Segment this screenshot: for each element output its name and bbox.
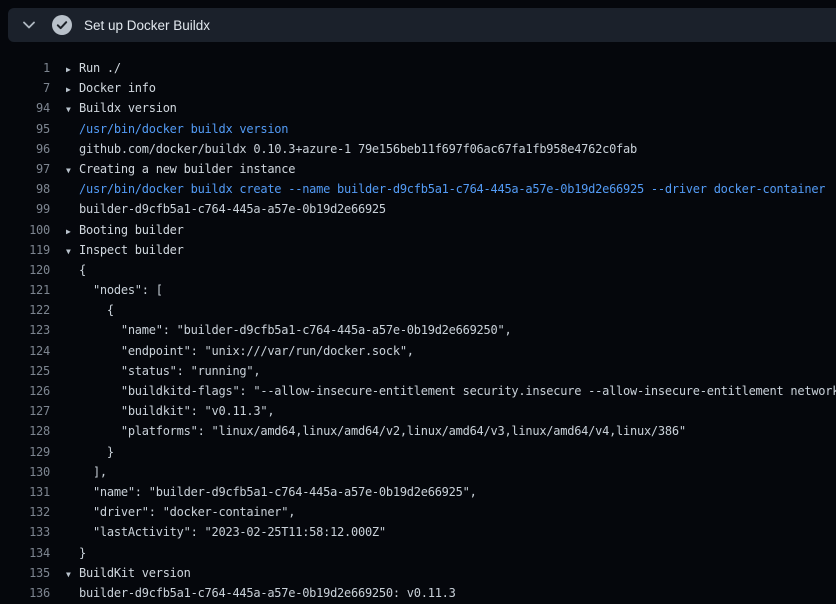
- line-number[interactable]: 123: [0, 320, 50, 340]
- log-group-line[interactable]: 97 ▼Creating a new builder instance: [0, 159, 836, 179]
- log-line: 129 }: [0, 442, 836, 462]
- line-number[interactable]: 7: [0, 78, 50, 98]
- group-title: Run ./: [79, 58, 121, 78]
- log-lines: 1▶Run ./7▶Docker info94▼Buildx version95…: [0, 42, 836, 603]
- log-line: 134}: [0, 543, 836, 563]
- line-number[interactable]: 120: [0, 260, 50, 280]
- log-line: 123 "name": "builder-d9cfb5a1-c764-445a-…: [0, 320, 836, 340]
- log-line: 132 "driver": "docker-container",: [0, 502, 836, 522]
- log-line: 96 github.com/docker/buildx 0.10.3+azure-…: [0, 139, 836, 159]
- check-circle-icon: [52, 15, 72, 35]
- line-number[interactable]: 1: [0, 58, 50, 78]
- output-text: {: [79, 300, 114, 320]
- line-number[interactable]: 136: [0, 583, 50, 603]
- line-number[interactable]: 121: [0, 280, 50, 300]
- triangle-collapsed-icon: ▶: [66, 80, 79, 98]
- triangle-collapsed-icon: ▶: [66, 222, 79, 240]
- output-text: builder-d9cfb5a1-c764-445a-a57e-0b19d2e6…: [79, 199, 386, 219]
- output-text: "status": "running",: [79, 361, 260, 381]
- line-number[interactable]: 132: [0, 502, 50, 522]
- triangle-expanded-icon: ▼: [66, 242, 79, 260]
- output-text: {: [79, 260, 86, 280]
- line-number[interactable]: 98: [0, 179, 50, 199]
- log-line: 124 "endpoint": "unix:///var/run/docker.…: [0, 341, 836, 361]
- log-line: 120 {: [0, 260, 836, 280]
- log-line: 128 "platforms": "linux/amd64,linux/amd6…: [0, 421, 836, 441]
- group-title: Buildx version: [79, 98, 177, 118]
- step-header[interactable]: Set up Docker Buildx: [8, 8, 836, 42]
- step-title: Set up Docker Buildx: [84, 18, 210, 33]
- command-text: /usr/bin/docker buildx version: [79, 119, 288, 139]
- triangle-expanded-icon: ▼: [66, 161, 79, 179]
- line-number[interactable]: 96: [0, 139, 50, 159]
- log-line: 127 "buildkit": "v0.11.3",: [0, 401, 836, 421]
- log-line: 98/usr/bin/docker buildx create --name b…: [0, 179, 836, 199]
- log-line: 126 "buildkitd-flags": "--allow-insecure…: [0, 381, 836, 401]
- output-text: "nodes": [: [79, 280, 163, 300]
- log-group-line[interactable]: 100 ▶Booting builder: [0, 220, 836, 240]
- triangle-expanded-icon: ▼: [66, 100, 79, 118]
- output-text: builder-d9cfb5a1-c764-445a-a57e-0b19d2e6…: [79, 583, 456, 603]
- line-number[interactable]: 97: [0, 159, 50, 179]
- output-text: "buildkit": "v0.11.3",: [79, 401, 274, 421]
- line-number[interactable]: 130: [0, 462, 50, 482]
- log-line: 130 ],: [0, 462, 836, 482]
- log-group-line[interactable]: 135 ▼BuildKit version: [0, 563, 836, 583]
- output-text: "name": "builder-d9cfb5a1-c764-445a-a57e…: [79, 482, 477, 502]
- log-line: 125 "status": "running",: [0, 361, 836, 381]
- line-number[interactable]: 94: [0, 98, 50, 118]
- command-text: /usr/bin/docker buildx create --name bui…: [79, 179, 825, 199]
- output-text: "name": "builder-d9cfb5a1-c764-445a-a57e…: [79, 320, 511, 340]
- log-line: 121 "nodes": [: [0, 280, 836, 300]
- output-text: }: [79, 442, 114, 462]
- log-group-line[interactable]: 119 ▼Inspect builder: [0, 240, 836, 260]
- output-text: }: [79, 543, 86, 563]
- output-text: github.com/docker/buildx 0.10.3+azure-1 …: [79, 139, 637, 159]
- line-number[interactable]: 134: [0, 543, 50, 563]
- log-group-line[interactable]: 7 ▶Docker info: [0, 78, 836, 98]
- line-number[interactable]: 131: [0, 482, 50, 502]
- group-title: Docker info: [79, 78, 156, 98]
- log-group-line[interactable]: 94 ▼Buildx version: [0, 98, 836, 118]
- line-number[interactable]: 100: [0, 220, 50, 240]
- line-number[interactable]: 125: [0, 361, 50, 381]
- log-line: 133 "lastActivity": "2023-02-25T11:58:12…: [0, 522, 836, 542]
- log-line: 136 builder-d9cfb5a1-c764-445a-a57e-0b19d…: [0, 583, 836, 603]
- triangle-collapsed-icon: ▶: [66, 60, 79, 78]
- output-text: "platforms": "linux/amd64,linux/amd64/v2…: [79, 421, 686, 441]
- line-number[interactable]: 95: [0, 119, 50, 139]
- line-number[interactable]: 135: [0, 563, 50, 583]
- output-text: "buildkitd-flags": "--allow-insecure-ent…: [79, 381, 836, 401]
- log-line: 131 "name": "builder-d9cfb5a1-c764-445a-…: [0, 482, 836, 502]
- output-text: "driver": "docker-container",: [79, 502, 295, 522]
- output-text: ],: [79, 462, 107, 482]
- line-number[interactable]: 128: [0, 421, 50, 441]
- line-number[interactable]: 99: [0, 199, 50, 219]
- output-text: "endpoint": "unix:///var/run/docker.sock…: [79, 341, 414, 361]
- group-title: Inspect builder: [79, 240, 184, 260]
- line-number[interactable]: 127: [0, 401, 50, 421]
- line-number[interactable]: 119: [0, 240, 50, 260]
- log-group-line[interactable]: 1 ▶Run ./: [0, 58, 836, 78]
- line-number[interactable]: 122: [0, 300, 50, 320]
- output-text: "lastActivity": "2023-02-25T11:58:12.000…: [79, 522, 386, 542]
- line-number[interactable]: 133: [0, 522, 50, 542]
- log-line: 99 builder-d9cfb5a1-c764-445a-a57e-0b19d2…: [0, 199, 836, 219]
- log-line: 95/usr/bin/docker buildx version: [0, 119, 836, 139]
- group-title: Booting builder: [79, 220, 184, 240]
- line-number[interactable]: 124: [0, 341, 50, 361]
- log-line: 122 {: [0, 300, 836, 320]
- chevron-down-icon[interactable]: [22, 18, 36, 32]
- group-title: BuildKit version: [79, 563, 191, 583]
- triangle-expanded-icon: ▼: [66, 565, 79, 583]
- line-number[interactable]: 126: [0, 381, 50, 401]
- line-number[interactable]: 129: [0, 442, 50, 462]
- group-title: Creating a new builder instance: [79, 159, 295, 179]
